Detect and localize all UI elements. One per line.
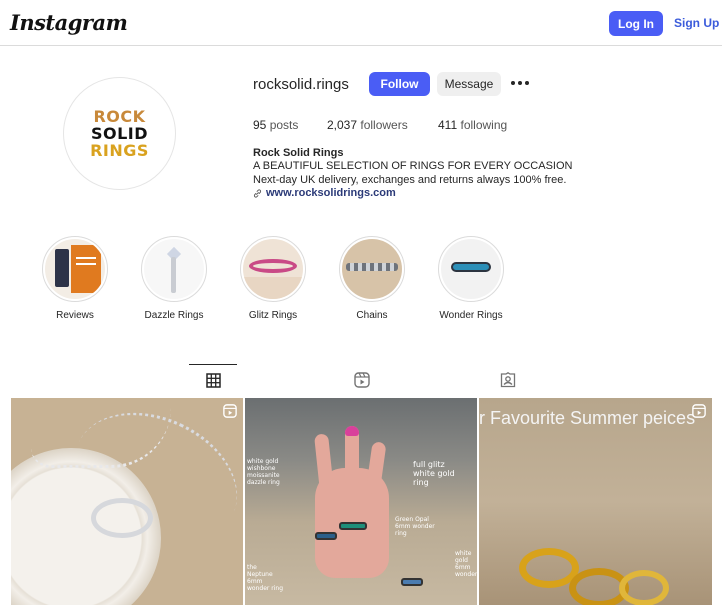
- following-count: 411: [438, 118, 458, 132]
- post-annotation: white gold wishbone moissanite dazzle ri…: [247, 458, 280, 486]
- posts-stat: 95 posts: [253, 118, 298, 132]
- following-stat[interactable]: 411 following: [438, 118, 507, 132]
- login-button[interactable]: Log In: [609, 11, 663, 36]
- post-annotation: full glitz white gold ring: [413, 460, 455, 487]
- post-annotation: the Neptune 6mm wonder ring: [247, 564, 283, 592]
- followers-count: 2,037: [327, 118, 358, 132]
- posts-grid: white gold wishbone moissanite dazzle ri…: [11, 398, 712, 605]
- grid-icon: [205, 372, 221, 388]
- bio-line: Next-day UK delivery, exchanges and retu…: [253, 174, 567, 186]
- profile-tabs: [0, 364, 722, 395]
- top-navigation-bar: Instagram Log In Sign Up: [0, 0, 722, 46]
- tagged-icon: [500, 372, 516, 388]
- followers-stat[interactable]: 2,037 followers: [327, 118, 408, 132]
- highlight-label: Glitz Rings: [248, 310, 298, 321]
- highlight-chains[interactable]: Chains: [327, 236, 417, 321]
- post-thumbnail[interactable]: white gold wishbone moissanite dazzle ri…: [245, 398, 477, 605]
- more-options-icon[interactable]: [511, 76, 529, 90]
- highlight-dazzle-rings[interactable]: Dazzle Rings: [129, 236, 219, 321]
- bio-name: Rock Solid Rings: [253, 147, 344, 159]
- reel-badge-icon: [223, 404, 237, 418]
- highlight-label: Chains: [356, 310, 388, 321]
- link-icon: [253, 188, 262, 198]
- bio-line: A BEAUTIFUL SELECTION OF RINGS FOR EVERY…: [253, 160, 573, 172]
- posts-count: 95: [253, 118, 267, 132]
- post-thumbnail[interactable]: r Favourite Summer peices: [479, 398, 712, 605]
- highlight-reviews[interactable]: Reviews: [30, 236, 120, 321]
- highlight-label: Reviews: [56, 310, 94, 321]
- highlight-label: Wonder Rings: [439, 310, 503, 321]
- instagram-logo[interactable]: Instagram: [10, 10, 128, 35]
- avatar-logo-text: ROCK: [93, 107, 146, 126]
- reel-badge-icon: [692, 404, 706, 418]
- followers-label: followers: [360, 118, 408, 132]
- bio-website-link[interactable]: www.rocksolidrings.com: [253, 187, 396, 199]
- profile-username: rocksolid.rings: [253, 76, 349, 93]
- following-label: following: [460, 118, 508, 132]
- avatar-logo-text: RINGS: [90, 141, 149, 160]
- posts-label: posts: [269, 118, 299, 132]
- post-annotation: Green Opal 6mm wonder ring: [395, 516, 435, 537]
- tab-tagged[interactable]: [496, 368, 520, 392]
- post-overlay-text: r Favourite Summer peices: [479, 408, 696, 428]
- post-thumbnail[interactable]: [11, 398, 243, 605]
- highlight-label: Dazzle Rings: [144, 310, 204, 321]
- highlight-wonder-rings[interactable]: Wonder Rings: [426, 236, 516, 321]
- signup-link[interactable]: Sign Up: [674, 16, 719, 30]
- highlight-glitz-rings[interactable]: Glitz Rings: [228, 236, 318, 321]
- website-url: www.rocksolidrings.com: [266, 187, 396, 199]
- follow-button[interactable]: Follow: [369, 72, 430, 96]
- tab-reels[interactable]: [350, 368, 374, 392]
- post-annotation: white gold 6mm wonder: [455, 550, 477, 578]
- avatar-logo-text: SOLID: [90, 124, 149, 143]
- profile-avatar[interactable]: ROCK SOLID RINGS: [63, 77, 176, 190]
- reels-icon: [354, 372, 370, 388]
- message-button[interactable]: Message: [437, 72, 501, 96]
- tab-posts[interactable]: [189, 364, 237, 392]
